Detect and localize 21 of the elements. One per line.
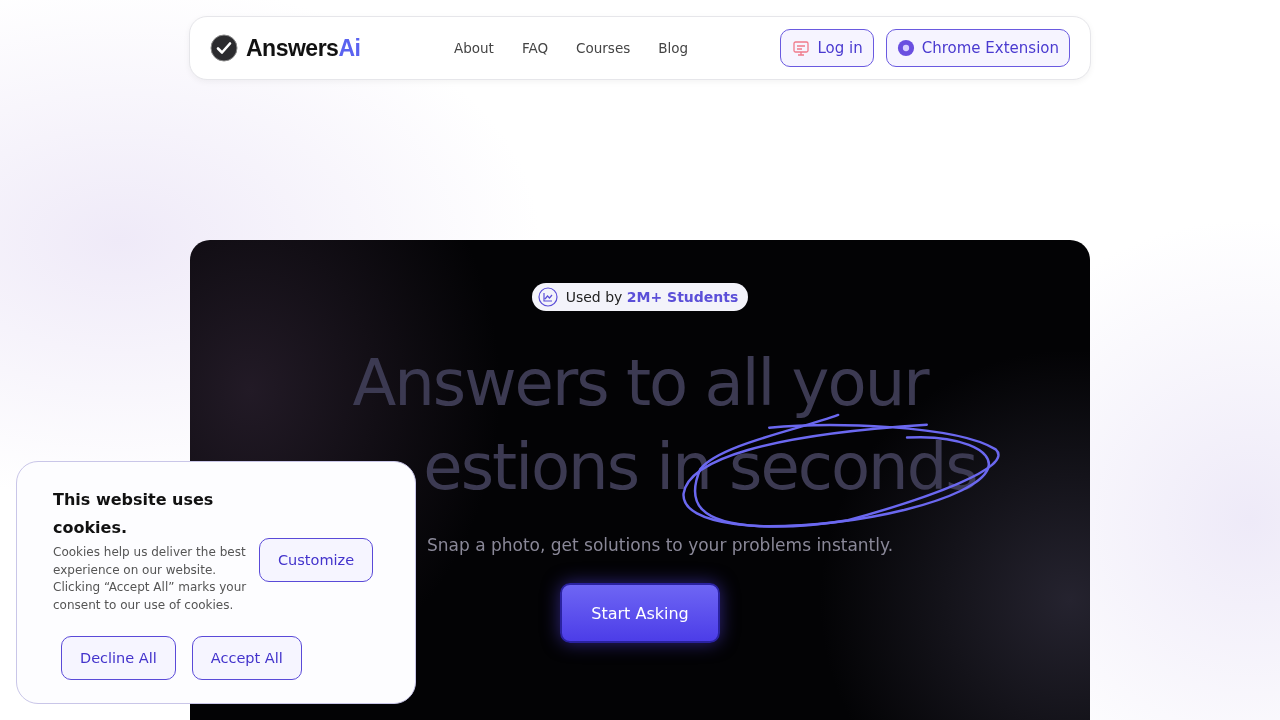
cookie-title: This website uses cookies. <box>53 489 215 539</box>
extension-icon <box>896 39 915 57</box>
hero-subtitle: Snap a photo, get solutions to your problems instantly. <box>425 535 894 555</box>
start-asking-button[interactable]: Start Asking <box>560 583 720 643</box>
nav-link[interactable]: Blog <box>658 40 689 56</box>
nav-link[interactable]: About <box>454 40 494 56</box>
cookie-text: Cookies help us deliver the best experience on our website. Clicking “Accept All” marks your consent to our use of cookies. <box>53 544 248 614</box>
headline-line: Answers to all your <box>352 350 928 416</box>
decline-all-button[interactable]: Decline All <box>61 635 176 680</box>
chart-icon <box>537 287 558 307</box>
login-button[interactable]: Log in <box>779 29 874 67</box>
badge-text: Used by 2M+ Students <box>565 289 739 305</box>
monitor-icon <box>790 38 811 58</box>
brand-logo[interactable]: AnswersAi <box>246 34 361 62</box>
headline-line: estions in seconds <box>423 434 977 500</box>
nav-link[interactable]: Courses <box>576 40 631 56</box>
customize-button[interactable]: Customize <box>259 538 374 582</box>
accept-all-button[interactable]: Accept All <box>191 635 302 680</box>
nav-link[interactable]: FAQ <box>521 40 549 56</box>
checkmark-logo-icon <box>210 34 238 62</box>
chrome-extension-button[interactable]: Chrome Extension <box>885 29 1070 67</box>
